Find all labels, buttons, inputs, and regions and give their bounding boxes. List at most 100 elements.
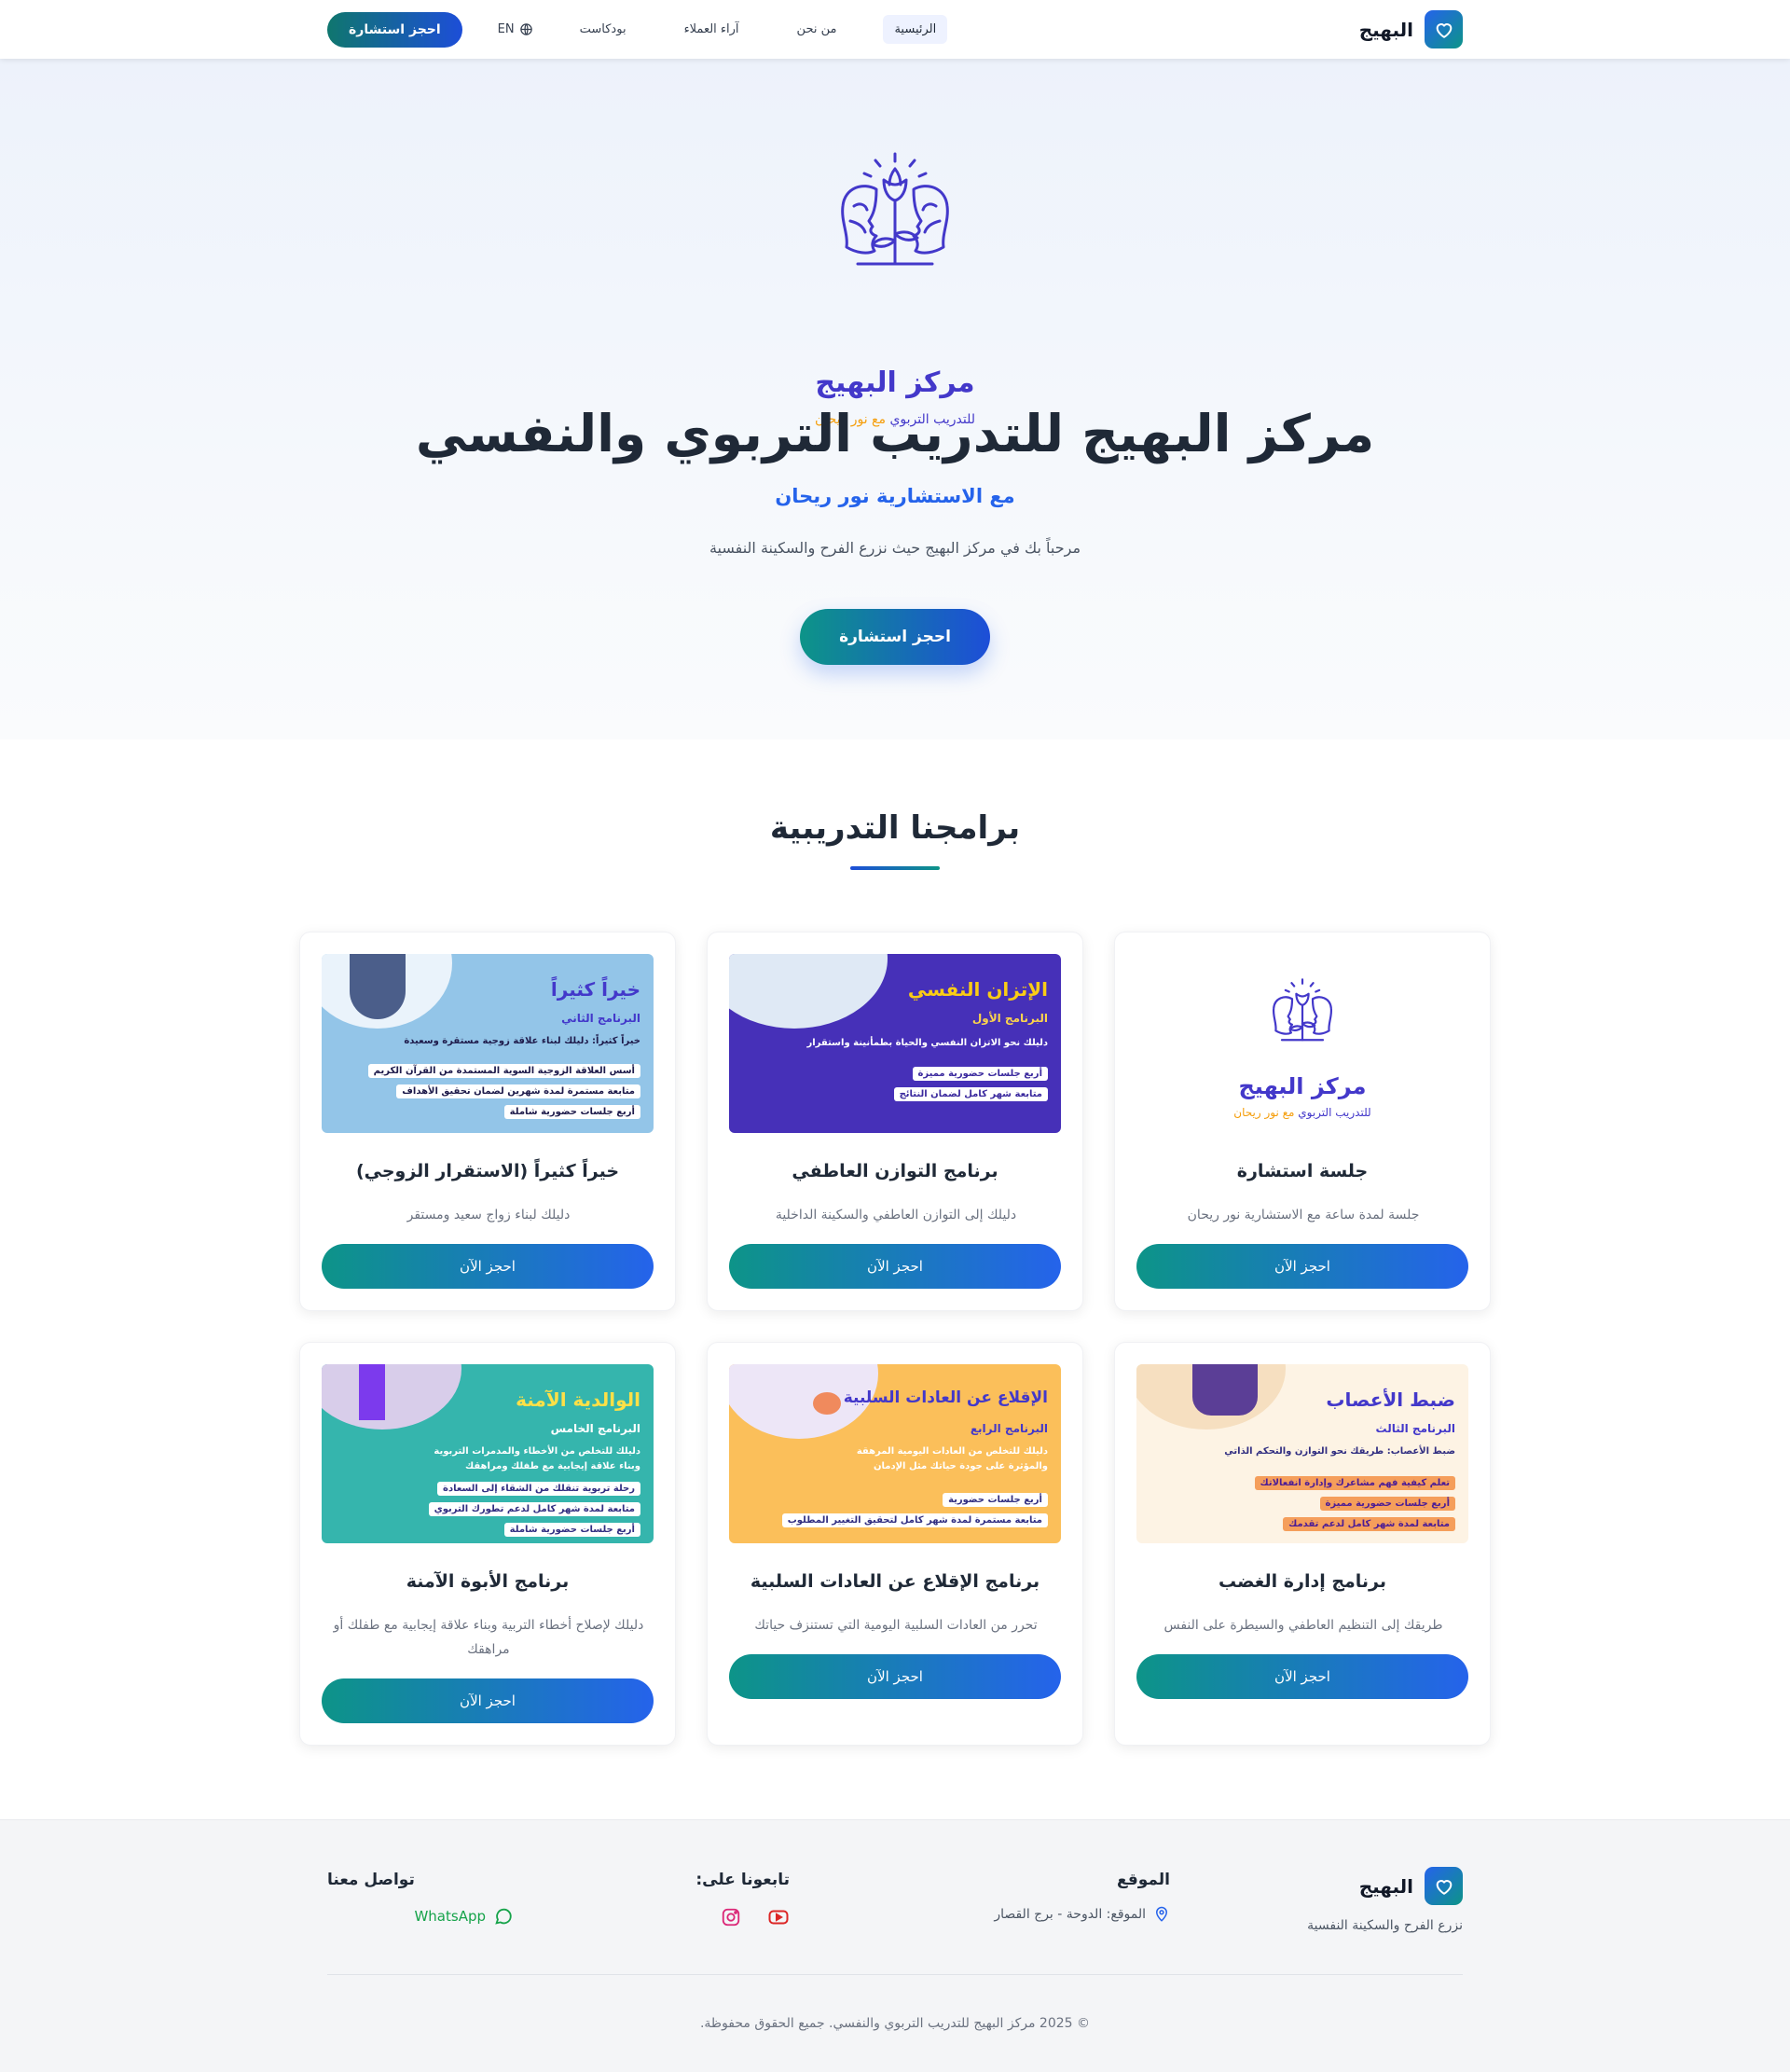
- location-row: الموقع: الدوحة - برج القصار: [937, 1906, 1170, 1923]
- poster-figure: [1192, 1364, 1258, 1416]
- hero-description: مرحباً بك في مركز البهيج حيث نزرع الفرح …: [709, 539, 1081, 557]
- book-now-button[interactable]: احجز الآن: [729, 1244, 1061, 1289]
- card-description: طريقك إلى التنظيم العاطفي والسيطرة على ا…: [1164, 1618, 1443, 1633]
- footer-location: الموقع الموقع: الدوحة - برج القصار: [937, 1871, 1170, 1923]
- whatsapp-link[interactable]: WhatsApp: [327, 1906, 514, 1927]
- programs-title: برامجنا التدريبية: [769, 809, 1021, 847]
- tulip-faces-logo-icon: [1272, 978, 1333, 1042]
- poster-chip: متابعة شهر كامل لضمان النتائج: [893, 1087, 1048, 1101]
- card-title: برنامج التوازن العاطفي: [792, 1161, 998, 1181]
- hero-section: مركز البهيج للتدريب التربوي مع نور ريحان…: [0, 59, 1790, 739]
- card-title: خيراً كثيراً (الاستقرار الزوجي): [355, 1161, 620, 1181]
- logo-title: مركز البهيج: [815, 366, 975, 399]
- nav-menu: الرئيسية من نحن آراء العملاء بودكاست EN …: [327, 11, 948, 48]
- youtube-icon[interactable]: [767, 1906, 790, 1928]
- copyright: © 2025 مركز البهيج للتدريب التربوي والنف…: [699, 2016, 1091, 2031]
- poster-line: دليلك للتخلص من العادات اليومية المرهقة: [856, 1446, 1048, 1457]
- poster-subtitle: البرنامج الخامس: [550, 1422, 640, 1435]
- nav-item-testimonials[interactable]: آراء العملاء: [673, 15, 750, 44]
- location-text: الموقع: الدوحة - برج القصار: [994, 1907, 1146, 1922]
- footer-brand: البهيج نزرع الفرح والسكينة النفسية: [1276, 1867, 1463, 1933]
- poster-line: وبناء علاقة إيجابية مع طفلك ومراهقك: [465, 1461, 640, 1471]
- book-now-button[interactable]: احجز الآن: [1136, 1654, 1468, 1699]
- poster-line: والمؤثرة على جودة حياتك مثل الإدمان: [874, 1461, 1048, 1471]
- poster-illustration: [322, 1364, 461, 1430]
- program-card: الإقلاع عن العادات السلبية البرنامج الرا…: [707, 1342, 1083, 1746]
- hero-subtitle: مع الاستشارية نور ريحان: [775, 485, 1015, 507]
- location-heading: الموقع: [1116, 1871, 1170, 1889]
- poster-title: الوالدية الآمنة: [516, 1388, 640, 1411]
- poster-line: دليلك للتخلص من الأخطاء والمدمرات التربو…: [434, 1446, 640, 1457]
- follow-heading: تابعونا على:: [695, 1871, 790, 1889]
- program-card: مركز البهيج للتدريب التربوي مع نور ريحان…: [1114, 932, 1491, 1311]
- nav-item-about[interactable]: من نحن: [786, 15, 848, 44]
- whatsapp-label: WhatsApp: [414, 1908, 486, 1925]
- poster-line: دليلك نحو الاتزان النفسي والحياة بطمأنين…: [806, 1038, 1049, 1048]
- poster-chip: أربع جلسات حضورية مميزة: [912, 1067, 1048, 1081]
- card-logo-subtitle: للتدريب التربوي مع نور ريحان: [1136, 1106, 1468, 1119]
- book-now-button[interactable]: احجز الآن: [322, 1244, 654, 1289]
- nav-item-podcast[interactable]: بودكاست: [569, 15, 638, 44]
- poster-chip: أسس العلاقة الزوجية السوية المستمدة من ا…: [367, 1064, 640, 1078]
- programs-title-underline: [850, 866, 940, 870]
- card-description: دليلك لبناء زواج سعيد ومستقر: [406, 1208, 571, 1222]
- nav-brand[interactable]: البهيج: [1359, 10, 1463, 48]
- footer-social: تابعونا على:: [603, 1871, 790, 1928]
- poster-line: ضبط الأعصاب: طريقك نحو التوازن والتحكم ا…: [1224, 1446, 1455, 1457]
- hero-book-button[interactable]: احجز استشارة: [800, 609, 990, 665]
- footer-brand-name: البهيج: [1358, 1874, 1413, 1898]
- card-image-logo: مركز البهيج للتدريب التربوي مع نور ريحان: [1136, 954, 1468, 1133]
- book-now-button[interactable]: احجز الآن: [322, 1678, 654, 1723]
- poster-chip: متابعة لمدة شهر كامل لدعم تطورك التربوي: [428, 1502, 640, 1516]
- instagram-icon[interactable]: [721, 1907, 741, 1927]
- poster-chip: رحلة تربوية تنقلك من الشقاء إلى السعادة: [437, 1482, 640, 1496]
- program-card: ضبط الأعصاب البرنامج الثالث ضبط الأعصاب:…: [1114, 1342, 1491, 1746]
- book-now-button[interactable]: احجز الآن: [1136, 1244, 1468, 1289]
- card-description: جلسة لمدة ساعة مع الاستشارية نور ريحان: [1187, 1208, 1420, 1222]
- language-label: EN: [497, 22, 515, 36]
- brand-name: البهيج: [1358, 18, 1413, 41]
- poster-figure: [813, 1392, 841, 1415]
- footer-contact: تواصل معنا WhatsApp: [327, 1871, 514, 1927]
- poster-subtitle: البرنامج الثاني: [561, 1012, 640, 1025]
- whatsapp-icon: [495, 1908, 512, 1925]
- poster-title: خيراً كثيراً: [550, 978, 640, 1001]
- card-title: جلسة استشارة: [1236, 1161, 1369, 1181]
- poster-title: الإتزان النفسي: [907, 978, 1048, 1001]
- nav-book-button[interactable]: احجز استشارة: [327, 11, 462, 48]
- poster-title: الإقلاع عن العادات السلبية: [843, 1388, 1048, 1407]
- map-pin-icon: [1155, 1906, 1168, 1922]
- poster-title: ضبط الأعصاب: [1326, 1388, 1455, 1411]
- poster-chip: أربع جلسات حضورية: [943, 1493, 1048, 1507]
- footer-tagline: نزرع الفرح والسكينة النفسية: [1307, 1918, 1463, 1933]
- card-logo-subtitle-accent: مع نور ريحان: [1233, 1106, 1295, 1119]
- poster-chip: متابعة مستمرة لمدة شهرين لضمان تحقيق الأ…: [396, 1084, 640, 1098]
- nav-item-home[interactable]: الرئيسية: [883, 15, 948, 44]
- footer-brand-row[interactable]: البهيج: [1276, 1867, 1463, 1905]
- poster-figure: [359, 1364, 385, 1420]
- card-description: دليلك لإصلاح أخطاء التربية وبناء علاقة إ…: [333, 1618, 644, 1657]
- top-nav: البهيج الرئيسية من نحن آراء العملاء بودك…: [0, 0, 1790, 59]
- poster-chip: أربع جلسات حضورية شاملة: [503, 1523, 640, 1537]
- poster-chip: متابعة لمدة شهر كامل لدعم تقدمك: [1283, 1517, 1455, 1531]
- card-image-poster: الإقلاع عن العادات السلبية البرنامج الرا…: [729, 1364, 1061, 1543]
- poster-subtitle: البرنامج الرابع: [970, 1422, 1048, 1435]
- program-card: الإتزان النفسي البرنامج الأول دليلك نحو …: [707, 932, 1083, 1311]
- poster-figure: [350, 954, 406, 1019]
- poster-line: خيراً كثيراً: دليلك لبناء علاقة زوجية مس…: [404, 1036, 640, 1046]
- book-now-button[interactable]: احجز الآن: [729, 1654, 1061, 1699]
- poster-chip: أربع جلسات حضورية شاملة: [503, 1105, 640, 1119]
- card-title: برنامج الأبوة الآمنة: [406, 1571, 570, 1592]
- card-logo-subtitle-main: للتدريب التربوي: [1298, 1106, 1371, 1119]
- card-title: برنامج إدارة الغضب: [1218, 1571, 1387, 1592]
- heart-icon: [1425, 1867, 1463, 1905]
- footer-divider: [327, 1974, 1463, 1975]
- footer: البهيج نزرع الفرح والسكينة النفسية الموق…: [0, 1819, 1790, 2072]
- card-description: تحرر من العادات السلبية اليومية التي تست…: [754, 1618, 1038, 1633]
- poster-chip: تعلم كيفية فهم مشاعرك وإدارة انفعالاتك: [1254, 1476, 1455, 1490]
- program-card: الوالدية الآمنة البرنامج الخامس دليلك لل…: [299, 1342, 676, 1746]
- card-logo-title: مركز البهيج: [1238, 1073, 1367, 1099]
- language-switch[interactable]: EN: [498, 22, 533, 36]
- card-image-poster: الإتزان النفسي البرنامج الأول دليلك نحو …: [729, 954, 1061, 1133]
- poster-subtitle: البرنامج الثالث: [1375, 1422, 1455, 1435]
